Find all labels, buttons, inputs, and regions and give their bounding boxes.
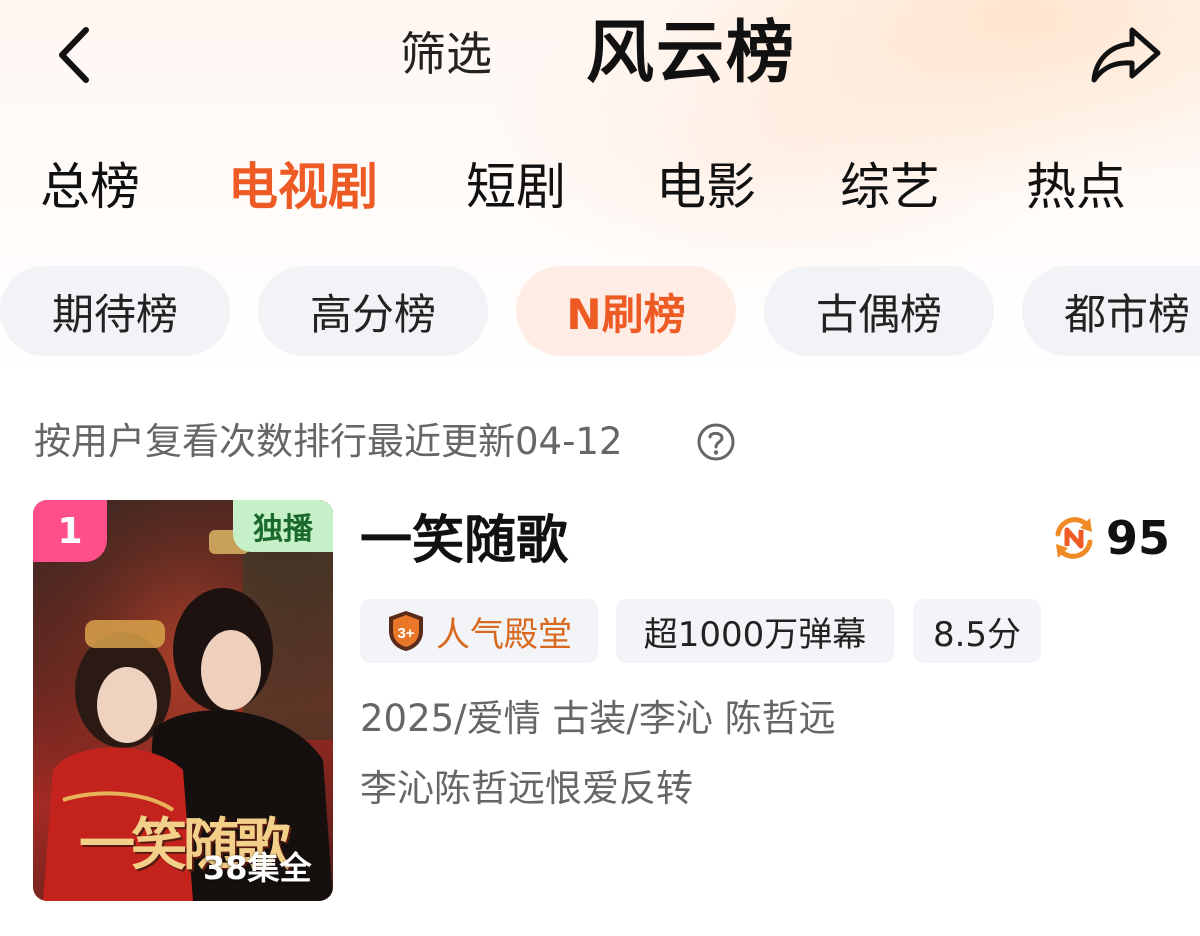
shield-badge-icon: 3+ [389, 611, 423, 651]
tab-short-drama[interactable]: 短剧 [466, 152, 566, 222]
page-title: 风云榜 [586, 14, 797, 93]
chip-urban[interactable]: 都市榜 [1022, 266, 1200, 356]
n-refresh-icon [1050, 514, 1098, 562]
chip-anticipated[interactable]: 期待榜 [0, 266, 230, 356]
poster[interactable]: 1 独播 一笑随歌 38集全 [33, 500, 333, 901]
rank-badge: 1 [33, 500, 107, 562]
share-arrow-icon [1091, 27, 1161, 83]
chip-rewatch[interactable]: N刷榜 [516, 266, 736, 356]
tab-tv-series[interactable]: 电视剧 [228, 152, 378, 222]
question-circle-icon [697, 423, 735, 461]
help-button[interactable] [696, 422, 736, 462]
chip-high-score[interactable]: 高分榜 [258, 266, 488, 356]
show-meta: 2025/爱情 古装/李沁 陈哲远 [360, 697, 836, 740]
tab-trending[interactable]: 热点 [1026, 152, 1126, 222]
show-tagline: 李沁陈哲远恨爱反转 [360, 767, 693, 810]
share-button[interactable] [1088, 22, 1164, 88]
rewatch-score: 95 [1106, 511, 1171, 565]
popularity-hall-tag[interactable]: 3+ 人气殿堂 [360, 599, 598, 663]
chip-costume-idol[interactable]: 古偶榜 [764, 266, 994, 356]
danmaku-tag: 超1000万弹幕 [616, 599, 894, 663]
chevron-left-icon [59, 27, 89, 83]
show-title[interactable]: 一笑随歌 [360, 506, 568, 576]
tab-variety[interactable]: 综艺 [840, 152, 940, 222]
exclusive-badge: 独播 [233, 500, 333, 552]
tab-overall[interactable]: 总榜 [40, 152, 140, 222]
tab-movie[interactable]: 电影 [656, 152, 756, 222]
rating-tag: 8.5分 [913, 599, 1041, 663]
filter-button[interactable]: 筛选 [400, 22, 492, 86]
back-button[interactable] [48, 20, 108, 90]
episode-count: 38集全 [203, 849, 312, 887]
ranking-description: 按用户复看次数排行最近更新04-12 [34, 420, 623, 463]
hall-badge-level: 3+ [397, 625, 414, 642]
popularity-hall-label: 人气殿堂 [436, 614, 572, 655]
